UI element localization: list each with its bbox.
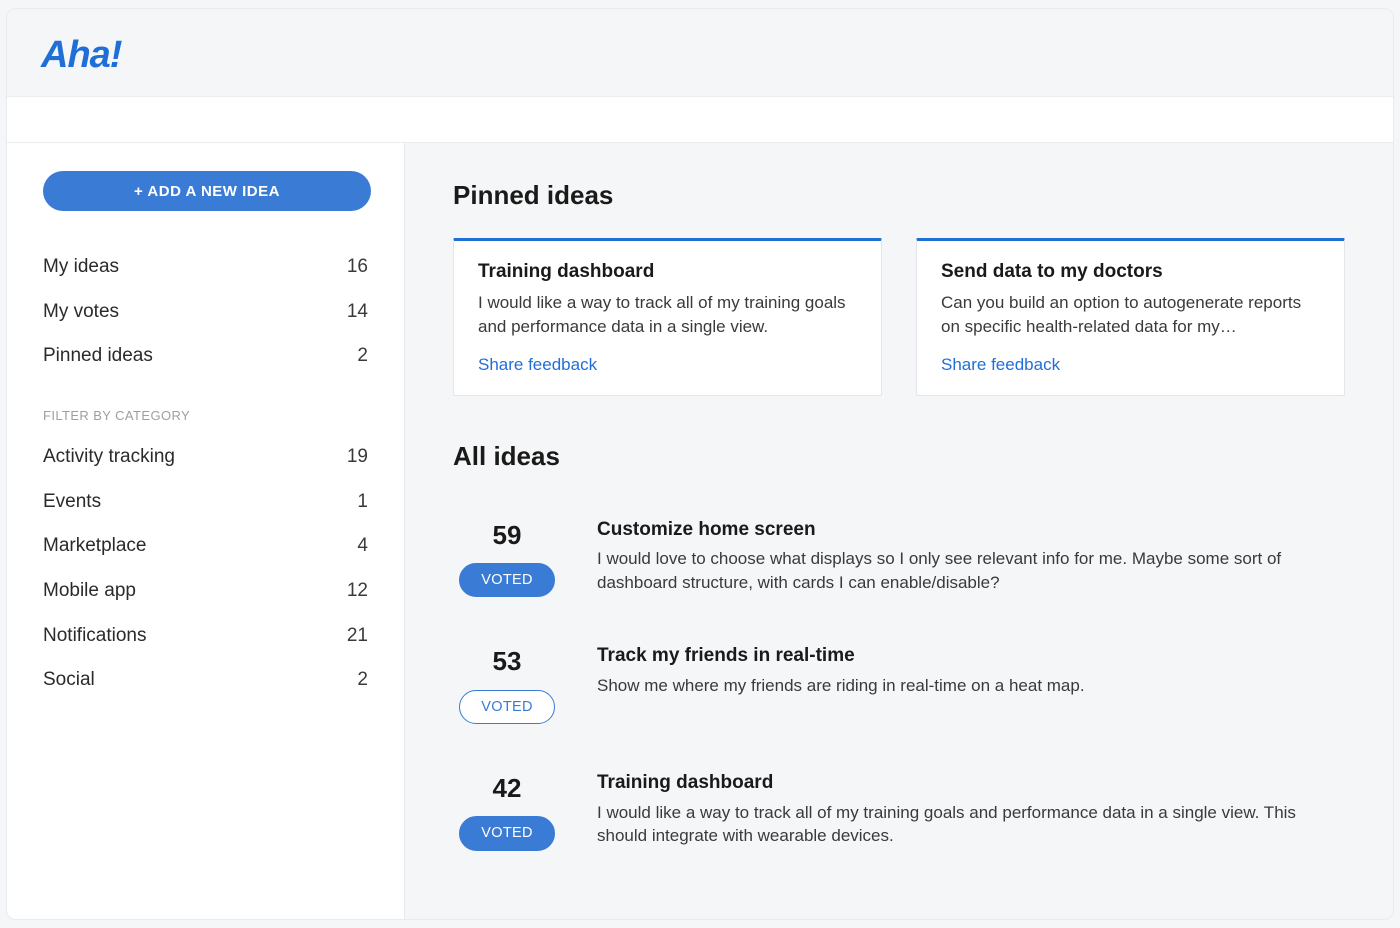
category-count: 21 — [328, 623, 368, 650]
category-mobile-app[interactable]: Mobile app 12 — [43, 569, 374, 614]
category-activity-tracking[interactable]: Activity tracking 19 — [43, 435, 374, 480]
vote-button[interactable]: VOTED — [459, 690, 555, 724]
category-label: Marketplace — [43, 533, 147, 560]
idea-title: Training dashboard — [597, 770, 1337, 797]
pinned-idea-card[interactable]: Send data to my doctors Can you build an… — [916, 238, 1345, 397]
sidebar-nav: My ideas 16 My votes 14 Pinned ideas 2 — [43, 245, 374, 379]
vote-column: 59 VOTED — [453, 517, 561, 598]
category-count: 19 — [328, 444, 368, 471]
vote-column: 53 VOTED — [453, 643, 561, 724]
idea-description: Show me where my friends are riding in r… — [597, 674, 1085, 698]
filter-heading: FILTER BY CATEGORY — [43, 407, 374, 425]
nav-count: 2 — [328, 343, 368, 370]
vote-column: 42 VOTED — [453, 770, 561, 851]
category-label: Activity tracking — [43, 444, 175, 471]
sub-navbar — [7, 97, 1393, 143]
sidebar: + ADD A NEW IDEA My ideas 16 My votes 14… — [7, 143, 405, 918]
idea-row: 53 VOTED Track my friends in real-time S… — [453, 625, 1345, 752]
sidebar-item-pinned-ideas[interactable]: Pinned ideas 2 — [43, 334, 374, 379]
nav-label: My ideas — [43, 254, 119, 281]
idea-row: 42 VOTED Training dashboard I would like… — [453, 752, 1345, 879]
pinned-ideas-heading: Pinned ideas — [453, 177, 1345, 213]
pinned-ideas-list: Training dashboard I would like a way to… — [453, 238, 1345, 397]
category-notifications[interactable]: Notifications 21 — [43, 614, 374, 659]
pinned-idea-body: Can you build an option to autogenerate … — [941, 291, 1320, 339]
add-idea-button[interactable]: + ADD A NEW IDEA — [43, 171, 371, 211]
pinned-idea-body: I would like a way to track all of my tr… — [478, 291, 857, 339]
topbar: Aha! — [7, 9, 1393, 97]
idea-title: Track my friends in real-time — [597, 643, 1085, 670]
category-count: 4 — [328, 533, 368, 560]
idea-body[interactable]: Customize home screen I would love to ch… — [597, 517, 1337, 595]
share-feedback-link[interactable]: Share feedback — [478, 355, 597, 374]
category-count: 1 — [328, 489, 368, 516]
all-ideas-heading: All ideas — [453, 438, 1345, 474]
category-events[interactable]: Events 1 — [43, 480, 374, 525]
category-list: Activity tracking 19 Events 1 Marketplac… — [43, 435, 374, 703]
category-label: Social — [43, 667, 95, 694]
category-social[interactable]: Social 2 — [43, 658, 374, 703]
idea-title: Customize home screen — [597, 517, 1337, 544]
category-marketplace[interactable]: Marketplace 4 — [43, 524, 374, 569]
app-logo: Aha! — [41, 34, 121, 76]
idea-body[interactable]: Track my friends in real-time Show me wh… — [597, 643, 1085, 697]
vote-count: 53 — [453, 643, 561, 679]
idea-row: 59 VOTED Customize home screen I would l… — [453, 499, 1345, 626]
category-count: 2 — [328, 667, 368, 694]
idea-description: I would love to choose what displays so … — [597, 547, 1337, 595]
vote-count: 59 — [453, 517, 561, 553]
pinned-idea-card[interactable]: Training dashboard I would like a way to… — [453, 238, 882, 397]
pinned-idea-title: Training dashboard — [478, 259, 857, 286]
category-count: 12 — [328, 578, 368, 605]
pinned-idea-title: Send data to my doctors — [941, 259, 1320, 286]
vote-button[interactable]: VOTED — [459, 563, 555, 597]
nav-count: 14 — [328, 299, 368, 326]
vote-button[interactable]: VOTED — [459, 816, 555, 850]
sidebar-item-my-ideas[interactable]: My ideas 16 — [43, 245, 374, 290]
category-label: Events — [43, 489, 101, 516]
nav-count: 16 — [328, 254, 368, 281]
idea-list: 59 VOTED Customize home screen I would l… — [453, 499, 1345, 879]
category-label: Mobile app — [43, 578, 136, 605]
vote-count: 42 — [453, 770, 561, 806]
sidebar-item-my-votes[interactable]: My votes 14 — [43, 290, 374, 335]
idea-body[interactable]: Training dashboard I would like a way to… — [597, 770, 1337, 848]
main-content: Pinned ideas Training dashboard I would … — [405, 143, 1393, 918]
idea-description: I would like a way to track all of my tr… — [597, 801, 1337, 849]
category-label: Notifications — [43, 623, 147, 650]
nav-label: My votes — [43, 299, 119, 326]
share-feedback-link[interactable]: Share feedback — [941, 355, 1060, 374]
nav-label: Pinned ideas — [43, 343, 153, 370]
